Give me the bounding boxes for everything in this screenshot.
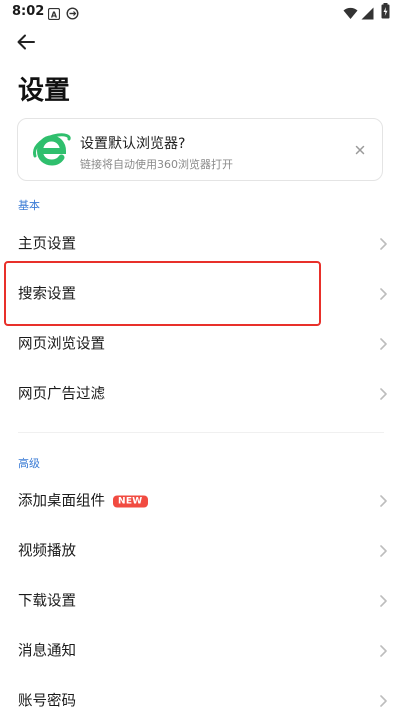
- menu-item-label: 网页广告过滤: [18, 386, 105, 403]
- menu-item-browsing-settings[interactable]: 网页浏览设置: [0, 318, 402, 368]
- menu-item-label: 账号密码: [18, 693, 76, 710]
- status-bar: 8:02 A: [0, 0, 402, 24]
- new-badge: NEW: [113, 495, 148, 508]
- 360-browser-logo: [32, 130, 72, 170]
- menu-item-ad-filter[interactable]: 网页广告过滤: [0, 368, 402, 418]
- chevron-right-icon: [378, 693, 388, 707]
- menu-item-label: 主页设置: [18, 236, 76, 253]
- menu-item-download-settings[interactable]: 下载设置: [0, 575, 402, 625]
- chevron-right-icon: [378, 286, 388, 300]
- sync-icon: [66, 5, 79, 24]
- section-header-advanced: 高级: [18, 457, 40, 470]
- status-time: 8:02: [12, 4, 45, 19]
- menu-item-notifications[interactable]: 消息通知: [0, 625, 402, 675]
- menu-item-label: 网页浏览设置: [18, 336, 105, 353]
- chevron-right-icon: [378, 336, 388, 350]
- chevron-right-icon: [378, 386, 388, 400]
- menu-item-label-wrap: 添加桌面组件 NEW: [18, 490, 148, 511]
- svg-text:A: A: [51, 11, 58, 20]
- chevron-right-icon: [378, 543, 388, 557]
- menu-item-label: 消息通知: [18, 643, 76, 660]
- signal-icon: [361, 5, 374, 24]
- battery-charging-icon: [381, 3, 390, 23]
- wifi-icon: [343, 5, 358, 24]
- section-header-basic: 基本: [18, 199, 40, 212]
- close-button[interactable]: [350, 140, 370, 160]
- menu-item-label: 视频播放: [18, 543, 76, 560]
- menu-item-account-password[interactable]: 账号密码: [0, 675, 402, 725]
- back-button[interactable]: [12, 28, 40, 56]
- page-title: 设置: [18, 76, 71, 106]
- section-divider: [18, 432, 384, 433]
- close-icon: [350, 145, 370, 164]
- highlight-box: [4, 261, 321, 326]
- menu-item-video-playback[interactable]: 视频播放: [0, 525, 402, 575]
- arrow-left-icon: [12, 34, 40, 60]
- menu-item-label: 下载设置: [18, 593, 76, 610]
- chevron-right-icon: [378, 593, 388, 607]
- promo-subtitle: 链接将自动使用360浏览器打开: [80, 158, 233, 171]
- menu-item-add-widget[interactable]: 添加桌面组件 NEW: [0, 475, 402, 525]
- default-browser-card[interactable]: 设置默认浏览器? 链接将自动使用360浏览器打开: [17, 118, 383, 181]
- menu-item-label: 添加桌面组件: [18, 493, 105, 510]
- chevron-right-icon: [378, 236, 388, 250]
- a-box-icon: A: [47, 5, 61, 24]
- chevron-right-icon: [378, 493, 388, 507]
- promo-title: 设置默认浏览器?: [80, 136, 186, 152]
- chevron-right-icon: [378, 643, 388, 657]
